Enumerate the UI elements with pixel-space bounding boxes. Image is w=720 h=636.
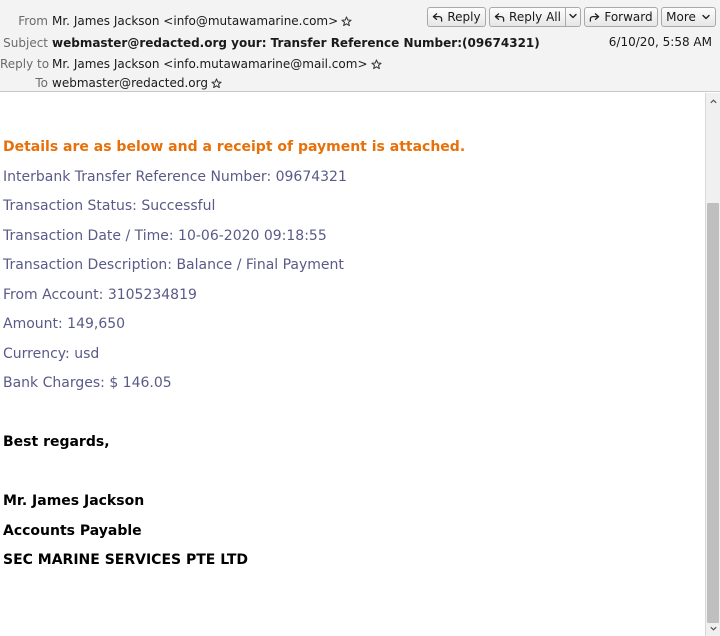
subject-text: webmaster@redacted.org your: Transfer Re… bbox=[52, 36, 540, 50]
star-icon[interactable] bbox=[341, 15, 352, 27]
to-row: To webmaster@redacted.org bbox=[0, 73, 222, 93]
currency-line: Currency: usd bbox=[3, 346, 100, 362]
from-address[interactable]: Mr. James Jackson <info@mutawamarine.com… bbox=[52, 14, 338, 28]
signature-name: Mr. James Jackson bbox=[3, 493, 145, 509]
regards-line: Best regards, bbox=[3, 434, 110, 450]
signature-company: SEC MARINE SERVICES PTE LTD bbox=[3, 552, 248, 568]
scroll-down-icon[interactable] bbox=[706, 621, 720, 635]
reply-to-address[interactable]: Mr. James Jackson <info.mutawamarine@mai… bbox=[52, 57, 368, 71]
star-icon[interactable] bbox=[370, 58, 382, 70]
reply-to-row: Reply to Mr. James Jackson <info.mutawam… bbox=[0, 54, 382, 74]
reply-label: Reply bbox=[447, 10, 481, 24]
subject-row: Subject webmaster@redacted.org your: Tra… bbox=[0, 33, 540, 53]
status-line: Transaction Status: Successful bbox=[3, 198, 216, 214]
more-button[interactable]: More bbox=[661, 7, 716, 27]
reply-arrow-icon bbox=[494, 12, 505, 23]
message-date: 6/10/20, 5:58 AM bbox=[608, 35, 712, 49]
reply-button[interactable]: Reply bbox=[427, 7, 486, 27]
from-row: From Mr. James Jackson <info@mutawamarin… bbox=[0, 11, 352, 31]
signature-title: Accounts Payable bbox=[3, 523, 142, 539]
chevron-down-icon bbox=[701, 12, 711, 22]
forward-arrow-icon bbox=[589, 12, 600, 23]
chevron-down-icon bbox=[568, 10, 578, 24]
message-header: From Mr. James Jackson <info@mutawamarin… bbox=[0, 0, 720, 92]
forward-button[interactable]: Forward bbox=[584, 7, 658, 27]
forward-label: Forward bbox=[604, 10, 653, 24]
to-address[interactable]: webmaster@redacted.org bbox=[52, 76, 208, 90]
datetime-line: Transaction Date / Time: 10-06-2020 09:1… bbox=[3, 228, 327, 244]
scroll-up-icon[interactable] bbox=[706, 94, 720, 108]
message-body: Details are as below and a receipt of pa… bbox=[0, 93, 705, 636]
amount-line: Amount: 149,650 bbox=[3, 316, 126, 332]
vertical-scrollbar[interactable] bbox=[705, 93, 720, 636]
reply-all-label: Reply All bbox=[509, 10, 561, 24]
reply-arrow-icon bbox=[432, 12, 443, 23]
from-account-line: From Account: 3105234819 bbox=[3, 287, 197, 303]
reference-line: Interbank Transfer Reference Number: 096… bbox=[3, 169, 347, 185]
scrollbar-thumb[interactable] bbox=[707, 203, 719, 623]
description-line: Transaction Description: Balance / Final… bbox=[3, 257, 344, 273]
star-icon[interactable] bbox=[211, 77, 222, 89]
subject-label: Subject bbox=[3, 36, 48, 50]
intro-line: Details are as below and a receipt of pa… bbox=[3, 139, 466, 155]
more-label: More bbox=[666, 10, 696, 24]
reply-to-label: Reply to bbox=[0, 57, 50, 71]
from-label: From bbox=[18, 14, 48, 28]
reply-all-dropdown[interactable] bbox=[565, 7, 581, 27]
to-label: To bbox=[35, 76, 48, 90]
reply-all-button[interactable]: Reply All bbox=[489, 7, 566, 27]
charges-line: Bank Charges: $ 146.05 bbox=[3, 375, 172, 391]
